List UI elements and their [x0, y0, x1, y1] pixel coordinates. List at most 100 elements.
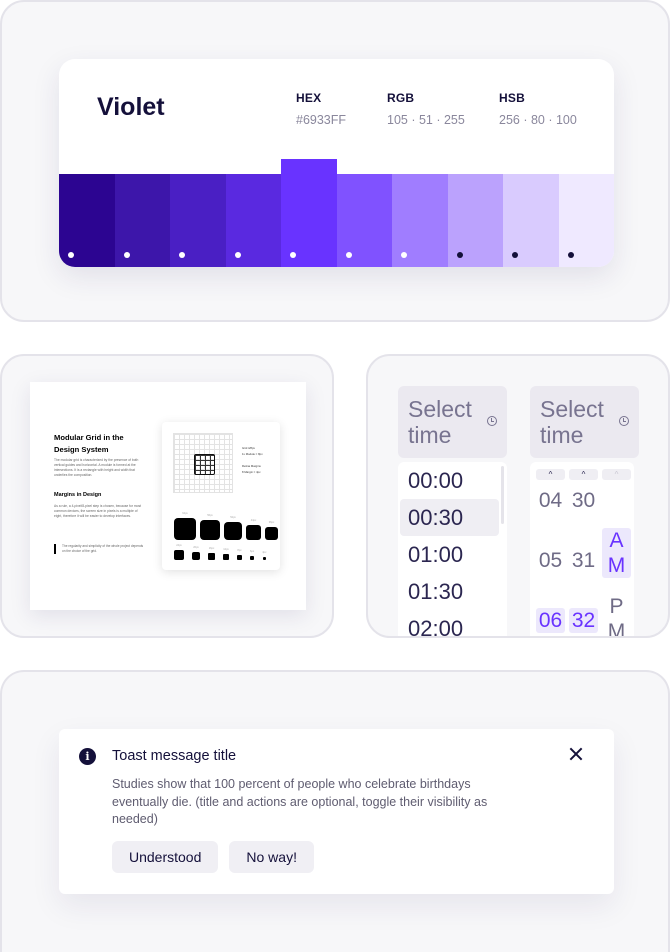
color-swatch[interactable]	[336, 174, 392, 267]
swatch-dot	[567, 252, 574, 258]
radius-square	[237, 555, 242, 560]
hsb-value[interactable]: 256 · 80 · 100	[499, 113, 577, 127]
hour-option[interactable]: 04	[536, 488, 565, 513]
toast-actions: Understood No way!	[112, 841, 314, 873]
hsb-label: HSB	[499, 91, 525, 105]
doc-paragraph: The modular grid is characterized by the…	[54, 458, 139, 477]
radius-caption: 64px	[182, 512, 188, 515]
swatch-dot	[179, 252, 185, 258]
radius-caption: 16px	[208, 547, 215, 550]
radius-sample: 16px	[208, 547, 215, 560]
radius-square	[265, 527, 278, 540]
radius-sample: 36px	[265, 521, 278, 540]
swatch-dot	[345, 252, 352, 258]
radius-sample: 8px	[237, 549, 242, 560]
color-swatch[interactable]	[392, 174, 448, 267]
close-icon[interactable]	[568, 746, 584, 762]
swatch-row	[59, 159, 614, 267]
document-preview: Modular Grid in the Design System The mo…	[30, 382, 306, 610]
time-option[interactable]: 00:30	[400, 499, 499, 536]
minute-up-button[interactable]: ^	[569, 469, 598, 480]
hex-spec: HEX #6933FF	[296, 91, 346, 127]
grid-doc-panel: Modular Grid in the Design System The mo…	[0, 354, 334, 638]
time-option[interactable]: 01:30	[400, 573, 499, 610]
color-swatch-active[interactable]	[281, 159, 337, 267]
hour-up-button[interactable]: ^	[536, 469, 565, 480]
hour-option[interactable]: 05	[536, 548, 565, 573]
toast-body: Studies show that 100 percent of people …	[112, 777, 488, 826]
radius-square	[246, 525, 261, 540]
radius-square	[192, 552, 200, 560]
swatch-dot	[290, 252, 296, 258]
grid-illustration-lattice	[173, 433, 233, 493]
color-swatch[interactable]	[558, 174, 614, 267]
radius-sample: 20px	[192, 546, 200, 560]
toast-message: i Toast message title Studies show that …	[59, 729, 614, 894]
info-icon: i	[79, 748, 96, 765]
swatch-dot	[456, 252, 463, 258]
time-options-list[interactable]: 00:00 00:30 01:00 01:30 02:00	[398, 462, 507, 636]
rgb-spec: RGB 105 · 51 · 255	[387, 91, 465, 127]
radius-sample: 56px	[200, 514, 220, 540]
radius-sample: 12px	[223, 548, 229, 560]
scrollbar[interactable]	[501, 466, 504, 524]
radius-sample: 64px	[174, 512, 196, 540]
clock-icon	[619, 416, 629, 426]
color-swatch[interactable]	[59, 174, 115, 267]
minute-option[interactable]: 30	[569, 488, 598, 513]
radius-caption: 52px	[230, 516, 236, 519]
meridiem-up-button[interactable]: ^	[602, 469, 631, 480]
hex-value[interactable]: #6933FF	[296, 113, 346, 127]
clock-icon	[487, 416, 497, 426]
radius-squares-large: 64px 56px 52px 44px 36px	[174, 512, 278, 540]
radius-sample: 44px	[246, 519, 261, 540]
radius-square	[250, 556, 255, 560]
radius-sample: 6px	[250, 550, 254, 560]
radius-sample: 24px	[174, 544, 184, 560]
color-swatch[interactable]	[447, 174, 503, 267]
doc-quote: The regularity and simplicity of the who…	[54, 544, 144, 554]
color-swatch[interactable]	[225, 174, 281, 267]
minute-option[interactable]: 31	[569, 548, 598, 573]
radius-caption: 20px	[193, 546, 199, 549]
radius-square	[174, 518, 196, 540]
radius-caption: 4px	[262, 551, 267, 554]
radius-caption: 24px	[176, 544, 182, 547]
understood-button[interactable]: Understood	[112, 841, 219, 873]
time-input-spinner[interactable]: Select time	[530, 386, 639, 458]
hsb-spec: HSB 256 · 80 · 100	[499, 91, 577, 127]
no-way-button[interactable]: No way!	[229, 841, 314, 873]
color-name: Violet	[97, 93, 165, 121]
grid-illustration: Grid 4/8px 1x Module = 8px Retina Margin…	[162, 422, 280, 570]
rgb-value[interactable]: 105 · 51 · 255	[387, 113, 465, 127]
radius-square	[174, 550, 184, 560]
time-spinner: ^ ^ ^ 04 05 06 30 31 32 AM PM	[530, 462, 634, 636]
time-picker-panel: Select time Select time 00:00 00:30 01:00 0…	[366, 354, 670, 638]
meridiem-option-selected[interactable]: AM	[602, 528, 631, 578]
time-input-list[interactable]: Select time	[398, 386, 507, 458]
doc-paragraph-2: As a rule, a 4-pixel/8-pixel step is cho…	[54, 504, 142, 518]
color-swatch[interactable]	[114, 174, 170, 267]
radius-sample: 52px	[224, 516, 242, 540]
radius-sample: 4px	[262, 551, 266, 560]
rgb-label: RGB	[387, 91, 415, 105]
hex-label: HEX	[296, 91, 322, 105]
toast-panel: i Toast message title Studies show that …	[0, 670, 670, 952]
radius-square	[224, 522, 242, 540]
time-option[interactable]: 01:00	[400, 536, 499, 573]
radius-square	[223, 554, 229, 560]
color-palette-panel: Violet HEX #6933FF RGB 105 · 51 · 255 HS…	[0, 0, 670, 322]
swatch-dot	[512, 252, 518, 258]
radius-squares-small: 24px 20px 16px 12px 8px 6px 4px	[174, 544, 266, 560]
radius-square	[200, 520, 220, 540]
time-option[interactable]: 02:00	[400, 610, 499, 636]
hour-option-selected[interactable]: 06	[536, 608, 565, 633]
meridiem-option[interactable]: PM	[602, 594, 631, 636]
color-swatch[interactable]	[170, 174, 226, 267]
time-option[interactable]: 00:00	[400, 462, 499, 499]
color-swatch[interactable]	[503, 174, 559, 267]
radius-caption: 12px	[223, 548, 229, 551]
minute-option-selected[interactable]: 32	[569, 608, 598, 633]
grid-note: 1x Module = 8px	[242, 452, 263, 456]
grid-note: 8 Margin = 4px	[242, 470, 261, 474]
